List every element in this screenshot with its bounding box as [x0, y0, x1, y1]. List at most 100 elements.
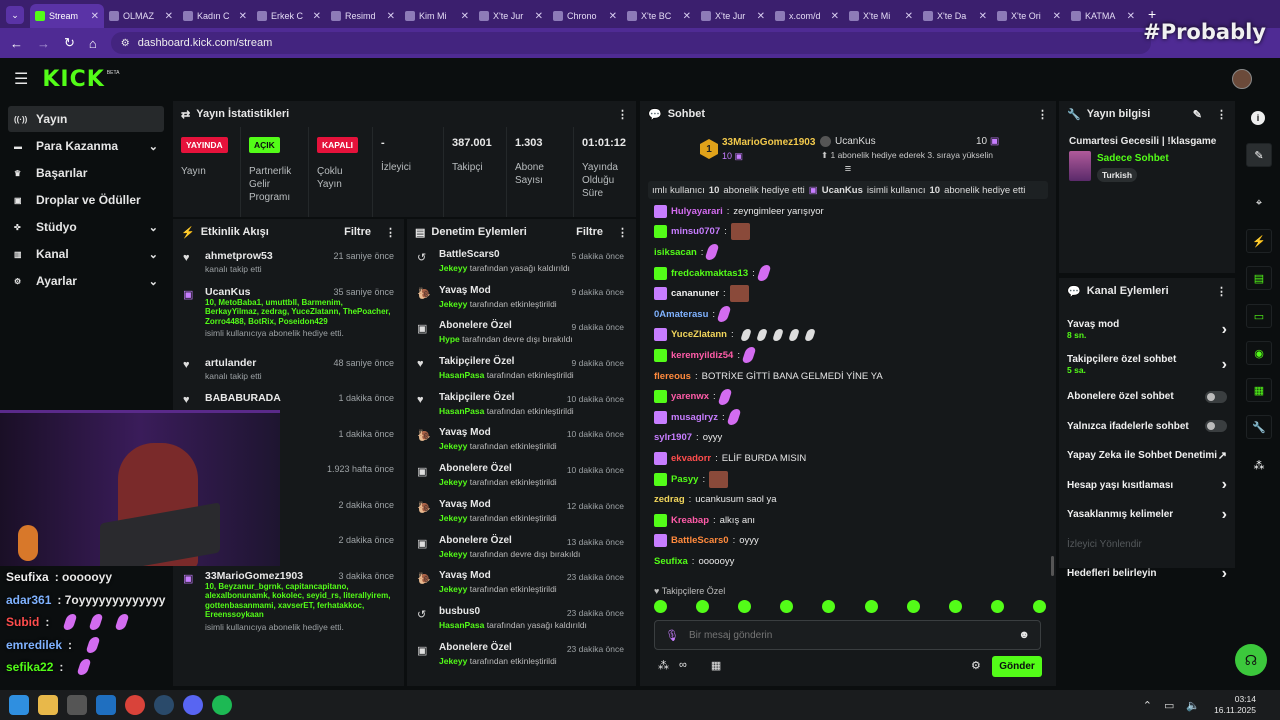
browser-tab[interactable]: Erkek C ✕ — [252, 4, 326, 28]
chat-message[interactable]: Hulyayarari: zeyngimleer yarışıyor — [640, 201, 1056, 222]
browser-tab[interactable]: X'te Mi ✕ — [844, 4, 918, 28]
channel-actions-menu-icon[interactable]: ⋮ — [1216, 285, 1227, 298]
store-icon[interactable] — [67, 695, 87, 715]
chat-username[interactable]: Pasyy — [671, 474, 698, 485]
activity-row[interactable]: ♥ ahmetprow53 21 saniye önce kanalı takip e… — [173, 245, 404, 281]
chat-username[interactable]: minsu0707 — [671, 226, 720, 237]
toggle-switch[interactable] — [1205, 390, 1227, 403]
wrench-icon[interactable]: 🔧 — [1246, 415, 1272, 439]
url-field[interactable]: ⚙ dashboard.kick.com/stream — [110, 32, 1151, 54]
chat-username[interactable]: syIr1907 — [654, 432, 692, 443]
moderation-row[interactable]: 🐌 Yavaş Mod 10 dakika önce Jekeyy tarafında… — [407, 423, 636, 459]
chat-username[interactable]: Seufixa — [654, 556, 688, 567]
system-tray[interactable]: ⌃ ▭ 🔈 — [1143, 699, 1200, 712]
browser-tab[interactable]: Chrono ✕ — [548, 4, 622, 28]
quick-emote-icon[interactable] — [696, 600, 710, 613]
browser-tab[interactable]: Kadın C ✕ — [178, 4, 252, 28]
chat-username[interactable]: zedrag — [654, 494, 685, 505]
tab-close-icon[interactable]: ✕ — [239, 11, 247, 22]
discord-icon[interactable] — [183, 695, 203, 715]
activity-row[interactable]: ♥ artulander 48 saniye önce kanalı takip et… — [173, 352, 404, 388]
send-button[interactable]: Gönder — [992, 656, 1042, 677]
browser-tab[interactable]: Resimd ✕ — [326, 4, 400, 28]
channel-action-row[interactable]: Yasaklanmış kelimeler › — [1059, 500, 1235, 530]
browser-tab[interactable]: X'te BC ✕ — [622, 4, 696, 28]
kick-logo[interactable]: KICK — [42, 67, 104, 92]
notes-icon[interactable]: ▤ — [1246, 266, 1272, 290]
chat-message[interactable]: BattleScars0: oyyy — [640, 531, 1056, 552]
moderation-row[interactable]: ↺ busbus0 23 dakika önce HasanPasa tarafınd… — [407, 602, 636, 638]
chevron-down-icon[interactable]: ⌄ — [149, 275, 158, 288]
tab-menu-button[interactable]: ⌄ — [6, 6, 24, 24]
sidebar-item[interactable]: ((·)) Yayın — [8, 106, 164, 132]
channel-action-row[interactable]: Abonelere özel sohbet — [1059, 382, 1235, 412]
chat-message[interactable]: musaglryz: — [640, 407, 1056, 428]
moderation-row[interactable]: ▣ Abonelere Özel 10 dakika önce Jekeyy tara… — [407, 459, 636, 495]
spotify-icon[interactable] — [212, 695, 232, 715]
language-tag[interactable]: Turkish — [1097, 168, 1138, 182]
quick-emote-icon[interactable] — [948, 600, 962, 613]
tab-close-icon[interactable]: ✕ — [91, 11, 99, 22]
chat-username[interactable]: flereous — [654, 371, 691, 382]
chat-message[interactable]: keremyildiz54: — [640, 345, 1056, 366]
moderator-name[interactable]: Jekeyy — [439, 477, 467, 487]
chat-settings-icon[interactable]: ⚙ — [971, 659, 981, 672]
category-name[interactable]: Sadece Sohbet — [1097, 153, 1169, 164]
browser-tab[interactable]: Kim Mi ✕ — [400, 4, 474, 28]
chat-username[interactable]: isiksacan — [654, 247, 697, 258]
tab-close-icon[interactable]: ✕ — [905, 11, 913, 22]
quick-emote-icon[interactable] — [990, 600, 1004, 613]
user-avatar[interactable] — [1232, 69, 1252, 89]
chat-message[interactable]: flereous: BOTRİXE GİTTİ BANA GELMEDİ YİNE… — [640, 366, 1056, 387]
chat-message[interactable]: isiksacan: — [640, 242, 1056, 263]
forward-icon[interactable]: → — [37, 36, 50, 51]
quick-emote-icon[interactable] — [654, 600, 667, 613]
browser-tab[interactable]: Stream ✕ — [30, 4, 104, 28]
quick-emote-icon[interactable] — [906, 600, 920, 613]
tray-chevron-icon[interactable]: ⌃ — [1143, 699, 1152, 712]
browser-tab[interactable]: x.com/d ✕ — [770, 4, 844, 28]
network-icon[interactable]: ▭ — [1164, 699, 1174, 712]
quick-emote-icon[interactable] — [780, 600, 794, 613]
tab-close-icon[interactable]: ✕ — [461, 11, 469, 22]
stream-info-menu-icon[interactable]: ⋮ — [1216, 108, 1227, 121]
hamburger-menu-icon[interactable]: ☰ — [14, 69, 28, 89]
moderator-name[interactable]: Jekeyy — [439, 549, 467, 559]
back-icon[interactable]: ← — [10, 36, 23, 51]
chat-username[interactable]: YuceZlatann — [671, 329, 727, 340]
moderation-row[interactable]: ▣ Abonelere Özel 9 dakika önce Hype tarafın… — [407, 316, 636, 352]
edit-icon[interactable]: ✎ — [1193, 108, 1202, 121]
grid-icon[interactable]: ▦ — [1246, 378, 1272, 402]
moderator-name[interactable]: HasanPasa — [439, 406, 484, 416]
chevron-down-icon[interactable]: ⌄ — [149, 140, 158, 153]
quick-emote-icon[interactable] — [738, 600, 752, 613]
site-info-icon[interactable]: ⚙ — [121, 38, 130, 49]
target-icon[interactable]: ⌖ — [1246, 191, 1272, 215]
emote-tools-icon[interactable]: ⁂ — [658, 659, 669, 672]
broadcast-icon[interactable]: ◉ — [1246, 341, 1272, 365]
activity-row[interactable]: ▣ UcanKus 35 saniye önce 10, MetoBaba1, umu… — [173, 281, 404, 352]
moderator-name[interactable]: Jekeyy — [439, 299, 467, 309]
sidebar-item[interactable]: ⚙ Ayarlar ⌄ — [8, 268, 164, 294]
chat-message[interactable]: Kreabap: alkış anı — [640, 510, 1056, 531]
home-icon[interactable]: ⌂ — [89, 36, 97, 51]
external-link-icon[interactable]: ↗ — [1218, 449, 1227, 462]
chat-username[interactable]: Hulyayarari — [671, 206, 723, 217]
edit-layout-icon[interactable]: ✎ — [1246, 143, 1272, 167]
channel-action-row[interactable]: Hesap yaşı kısıtlaması › — [1059, 471, 1235, 501]
chat-username[interactable]: yarenwx — [671, 391, 709, 402]
chat-message[interactable]: syIr1907: oyyy — [640, 428, 1056, 449]
chevron-right-icon[interactable]: › — [1222, 476, 1227, 494]
moderator-name[interactable]: Jekeyy — [439, 441, 467, 451]
channel-action-row[interactable]: Yapay Zeka ile Sohbet Denetimi ↗ — [1059, 441, 1235, 471]
quick-emote-icon[interactable] — [864, 600, 878, 613]
stats-menu-icon[interactable]: ⋮ — [617, 108, 628, 121]
chat-message[interactable]: minsu0707: — [640, 222, 1056, 243]
moderator-name[interactable]: Jekeyy — [439, 584, 467, 594]
tab-close-icon[interactable]: ✕ — [165, 11, 173, 22]
infinity-icon[interactable]: ∞ — [679, 659, 687, 672]
moderation-row[interactable]: ▣ Abonelere Özel 23 dakika önce Jekeyy tara… — [407, 638, 636, 674]
chevron-right-icon[interactable]: › — [1222, 565, 1227, 583]
chat-username[interactable]: fredcakmaktas13 — [671, 268, 748, 279]
chat-message[interactable]: Pasyy: — [640, 469, 1056, 490]
